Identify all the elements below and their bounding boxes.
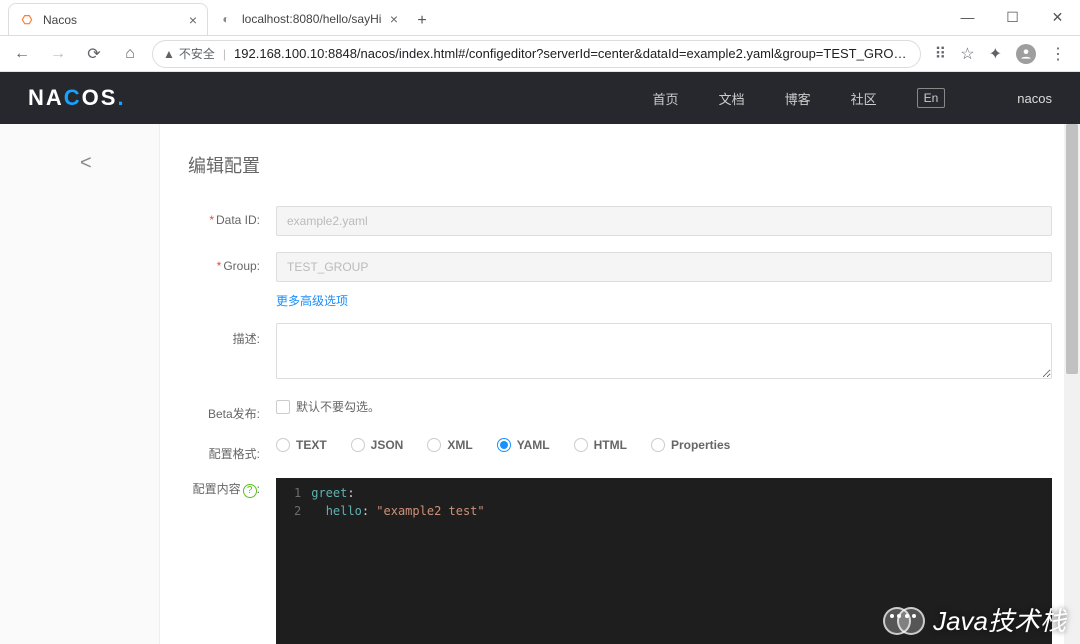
input-description[interactable] [276, 323, 1052, 379]
row-desc: 描述: [188, 323, 1052, 382]
nav-docs[interactable]: 文档 [719, 89, 745, 108]
insecure-icon: ▲ 不安全 [163, 45, 215, 62]
browser-title-bar: ⎔ Nacos × ◐ localhost:8080/hello/sayHi ×… [0, 0, 1080, 36]
content-wrap: < 编辑配置 *Data ID: *Group: 更多高级选项 [0, 124, 1080, 644]
collapse-sidebar-icon[interactable]: < [80, 152, 92, 175]
star-icon[interactable]: ☆ [960, 44, 974, 64]
browser-tab-localhost[interactable]: ◐ localhost:8080/hello/sayHi × [208, 3, 408, 35]
close-button[interactable]: ✕ [1035, 0, 1080, 35]
sidebar: < [0, 124, 160, 644]
help-icon[interactable]: ? [243, 484, 257, 498]
row-group: *Group: [188, 252, 1052, 282]
row-data-id: *Data ID: [188, 206, 1052, 236]
label-group: *Group: [188, 252, 276, 273]
format-html[interactable]: HTML [574, 438, 627, 452]
editor-code[interactable]: greet: hello: "example2 test" [311, 478, 484, 644]
nav-home[interactable]: 首页 [653, 89, 679, 108]
format-xml[interactable]: XML [427, 438, 472, 452]
insecure-label: 不安全 [179, 45, 215, 62]
browser-tab-nacos[interactable]: ⎔ Nacos × [8, 3, 208, 35]
new-tab-button[interactable]: + [408, 7, 436, 35]
app-header: NACOS. 首页 文档 博客 社区 En nacos [0, 72, 1080, 124]
radio-icon [497, 438, 511, 452]
radio-icon [574, 438, 588, 452]
page-title: 编辑配置 [188, 152, 1052, 178]
row-format: 配置格式: TEXT JSON XML YAML HTML Properties [188, 438, 1052, 462]
close-icon[interactable]: × [189, 12, 197, 28]
language-toggle[interactable]: En [917, 88, 946, 108]
row-more: 更多高级选项 [188, 292, 1052, 309]
reload-button[interactable]: ⟳ [80, 40, 108, 68]
minimize-button[interactable]: — [945, 0, 990, 35]
label-desc: 描述: [188, 323, 276, 347]
beta-checkbox-wrap[interactable]: 默认不要勾选。 [276, 398, 1052, 415]
nacos-icon: ⎔ [19, 12, 35, 28]
close-icon[interactable]: × [390, 11, 398, 27]
browser-tabs: ⎔ Nacos × ◐ localhost:8080/hello/sayHi ×… [0, 3, 436, 35]
radio-icon [276, 438, 290, 452]
beta-checkbox[interactable] [276, 400, 290, 414]
format-radio-group: TEXT JSON XML YAML HTML Properties [276, 438, 1052, 452]
toolbar-icons: ⠿ ☆ ✦ ⋮ [929, 44, 1072, 64]
more-options-link[interactable]: 更多高级选项 [276, 294, 348, 308]
url-box[interactable]: ▲ 不安全 | 192.168.100.10:8848/nacos/index.… [152, 40, 921, 68]
top-nav: 首页 文档 博客 社区 En nacos [653, 88, 1052, 108]
watermark: Java技术栈 [883, 601, 1066, 638]
editor-gutter: 12 [276, 478, 311, 644]
input-data-id [276, 206, 1052, 236]
tab-title-1: Nacos [43, 13, 183, 27]
browser-address-bar: ← → ⟳ ⌂ ▲ 不安全 | 192.168.100.10:8848/naco… [0, 36, 1080, 72]
radio-icon [651, 438, 665, 452]
format-yaml[interactable]: YAML [497, 438, 550, 452]
home-button[interactable]: ⌂ [116, 40, 144, 68]
maximize-button[interactable]: ☐ [990, 0, 1035, 35]
beta-hint: 默认不要勾选。 [296, 398, 380, 415]
back-button[interactable]: ← [8, 40, 36, 68]
nav-blog[interactable]: 博客 [785, 89, 811, 108]
format-json[interactable]: JSON [351, 438, 404, 452]
nav-community[interactable]: 社区 [851, 89, 877, 108]
globe-icon: ◐ [218, 11, 234, 27]
main-panel: 编辑配置 *Data ID: *Group: 更多高级选项 [160, 124, 1080, 644]
label-data-id: *Data ID: [188, 206, 276, 227]
scrollbar-thumb[interactable] [1066, 124, 1078, 374]
label-beta: Beta发布: [188, 398, 276, 422]
row-beta: Beta发布: 默认不要勾选。 [188, 398, 1052, 422]
radio-icon [427, 438, 441, 452]
watermark-text: Java技术栈 [933, 601, 1066, 638]
label-format: 配置格式: [188, 438, 276, 462]
nacos-logo[interactable]: NACOS. [28, 85, 126, 111]
forward-button[interactable]: → [44, 40, 72, 68]
user-menu[interactable]: nacos [1017, 91, 1052, 106]
format-properties[interactable]: Properties [651, 438, 730, 452]
window-controls: — ☐ ✕ [945, 0, 1080, 35]
radio-icon [351, 438, 365, 452]
format-text[interactable]: TEXT [276, 438, 327, 452]
tab-title-2: localhost:8080/hello/sayHi [242, 12, 384, 26]
url-separator: | [223, 47, 226, 61]
extensions-icon[interactable]: ✦ [989, 44, 1002, 64]
menu-icon[interactable]: ⋮ [1050, 44, 1066, 64]
url-text: 192.168.100.10:8848/nacos/index.html#/co… [234, 46, 910, 61]
profile-avatar[interactable] [1016, 44, 1036, 64]
translate-icon[interactable]: ⠿ [935, 44, 947, 64]
input-group [276, 252, 1052, 282]
label-content: 配置内容?: [188, 478, 276, 498]
vertical-scrollbar[interactable] [1064, 124, 1080, 644]
wechat-icon [883, 605, 927, 635]
